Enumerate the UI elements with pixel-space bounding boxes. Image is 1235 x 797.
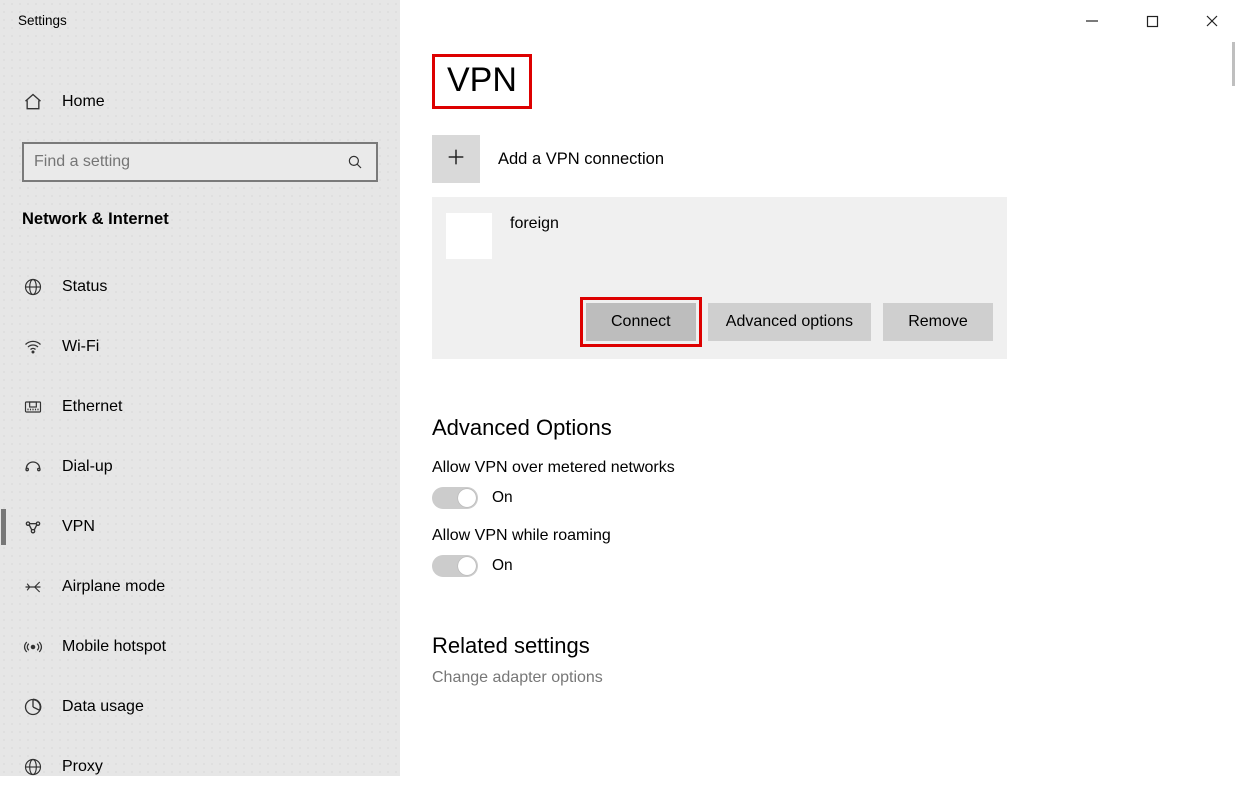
- sidebar-item-datausage[interactable]: Data usage: [0, 677, 400, 737]
- sidebar-nav: Status Wi-Fi Ethernet Dial-up VPN: [0, 257, 400, 797]
- sidebar-item-label: VPN: [62, 518, 95, 536]
- search-container: [22, 142, 378, 182]
- vpn-connection-name: foreign: [510, 213, 559, 233]
- sidebar-home[interactable]: Home: [0, 84, 400, 120]
- wifi-icon: [22, 337, 44, 357]
- roaming-toggle[interactable]: [432, 555, 478, 577]
- sidebar-item-airplane[interactable]: Airplane mode: [0, 557, 400, 617]
- sidebar-item-label: Wi-Fi: [62, 338, 99, 356]
- metered-label: Allow VPN over metered networks: [432, 459, 1203, 477]
- add-vpn-button[interactable]: [432, 135, 480, 183]
- sidebar-item-label: Dial-up: [62, 458, 113, 476]
- metered-option: Allow VPN over metered networks On: [432, 459, 1203, 509]
- roaming-option: Allow VPN while roaming On: [432, 527, 1203, 577]
- vpn-connection-icon: [446, 213, 492, 259]
- dialup-icon: [22, 457, 44, 477]
- globe-icon: [22, 277, 44, 297]
- sidebar-item-label: Data usage: [62, 698, 144, 716]
- vpn-connection-card[interactable]: foreign Connect Advanced options Remove: [432, 197, 1007, 359]
- ethernet-icon: [22, 397, 44, 417]
- sidebar-item-wifi[interactable]: Wi-Fi: [0, 317, 400, 377]
- connect-button[interactable]: Connect: [586, 303, 696, 341]
- airplane-icon: [22, 577, 44, 597]
- window-controls: [1079, 8, 1225, 34]
- metered-toggle[interactable]: [432, 487, 478, 509]
- add-vpn-row[interactable]: Add a VPN connection: [432, 135, 1203, 183]
- sidebar-item-hotspot[interactable]: Mobile hotspot: [0, 617, 400, 677]
- related-settings-heading: Related settings: [432, 633, 1203, 659]
- search-input[interactable]: [34, 153, 344, 171]
- minimize-button[interactable]: [1079, 8, 1105, 34]
- change-adapter-link[interactable]: Change adapter options: [432, 669, 1203, 687]
- sidebar-item-ethernet[interactable]: Ethernet: [0, 377, 400, 437]
- sidebar-section-header: Network & Internet: [0, 182, 400, 243]
- sidebar-item-dialup[interactable]: Dial-up: [0, 437, 400, 497]
- sidebar-item-status[interactable]: Status: [0, 257, 400, 317]
- vpn-actions: Connect Advanced options Remove: [446, 303, 993, 341]
- sidebar: Settings Home Network & Internet Status …: [0, 0, 400, 776]
- vpn-icon: [22, 517, 44, 537]
- roaming-label: Allow VPN while roaming: [432, 527, 1203, 545]
- content-area: VPN Add a VPN connection foreign Connect…: [400, 0, 1235, 776]
- plus-icon: [445, 146, 467, 173]
- sidebar-item-label: Ethernet: [62, 398, 122, 416]
- home-icon: [22, 92, 44, 112]
- close-button[interactable]: [1199, 8, 1225, 34]
- vpn-connection-header: foreign: [446, 213, 993, 259]
- sidebar-item-label: Mobile hotspot: [62, 638, 166, 656]
- sidebar-item-proxy[interactable]: Proxy: [0, 737, 400, 797]
- page-title: VPN: [432, 54, 532, 109]
- sidebar-item-vpn[interactable]: VPN: [0, 497, 400, 557]
- advanced-options-heading: Advanced Options: [432, 415, 1203, 441]
- maximize-button[interactable]: [1139, 8, 1165, 34]
- sidebar-home-label: Home: [62, 93, 105, 111]
- roaming-toggle-state: On: [492, 557, 513, 575]
- hotspot-icon: [22, 637, 44, 657]
- search-input-wrapper[interactable]: [22, 142, 378, 182]
- remove-button[interactable]: Remove: [883, 303, 993, 341]
- advanced-options-button[interactable]: Advanced options: [708, 303, 871, 341]
- window-title: Settings: [0, 4, 400, 36]
- search-icon: [344, 153, 366, 171]
- data-usage-icon: [22, 697, 44, 717]
- sidebar-item-label: Airplane mode: [62, 578, 165, 596]
- metered-toggle-state: On: [492, 489, 513, 507]
- sidebar-item-label: Proxy: [62, 758, 103, 776]
- sidebar-item-label: Status: [62, 278, 107, 296]
- proxy-icon: [22, 757, 44, 777]
- add-vpn-label: Add a VPN connection: [498, 150, 664, 169]
